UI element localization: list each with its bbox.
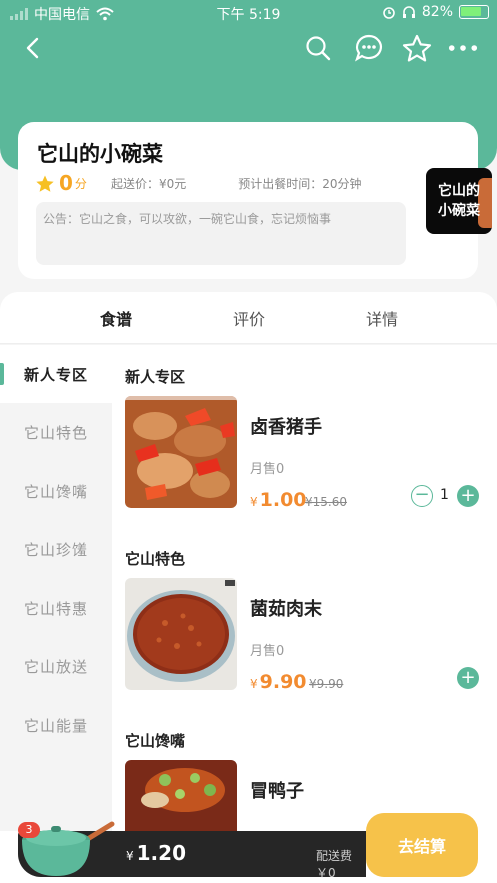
shop-rating: 0 bbox=[59, 171, 73, 195]
tab-recipes[interactable]: 食谱 bbox=[96, 306, 137, 330]
search-icon[interactable] bbox=[303, 33, 333, 63]
checkout-button[interactable]: 去结算 bbox=[366, 813, 478, 877]
category-sidebar: 新人专区 它山特色 它山馋嘴 它山珍馐 它山特惠 它山放送 它山能量 bbox=[0, 345, 112, 831]
sidebar-item-deals[interactable]: 它山特惠 bbox=[0, 579, 112, 637]
increase-quantity-button[interactable]: + bbox=[457, 485, 479, 507]
dish-quantity: 1 bbox=[440, 487, 449, 503]
dish-image-pork-trotter[interactable] bbox=[125, 396, 237, 508]
decrease-quantity-button[interactable]: − bbox=[411, 485, 433, 507]
rating-unit: 分 bbox=[74, 176, 87, 191]
section-title-specialty: 它山特色 bbox=[125, 550, 186, 568]
cart-count-badge: 3 bbox=[18, 822, 40, 838]
dish-image-duck[interactable] bbox=[125, 760, 237, 831]
tab-details[interactable]: 详情 bbox=[366, 306, 398, 330]
alarm-icon bbox=[383, 7, 395, 19]
min-delivery-price: 起送价：¥0元 bbox=[110, 176, 187, 191]
add-to-cart-button[interactable]: + bbox=[457, 667, 479, 689]
delivery-fee: 配送费￥0 bbox=[316, 849, 353, 880]
star-favorite-icon[interactable] bbox=[402, 33, 432, 63]
chat-icon[interactable] bbox=[354, 33, 384, 63]
dish-monthly-sales: 月售0 bbox=[250, 462, 285, 477]
shop-name: 它山的小碗菜 bbox=[37, 142, 163, 166]
battery-icon bbox=[459, 5, 489, 19]
sidebar-item-delicacies[interactable]: 它山珍馐 bbox=[0, 520, 112, 578]
battery-percent: 82% bbox=[421, 4, 453, 20]
sidebar-item-snacks[interactable]: 它山馋嘴 bbox=[0, 462, 112, 520]
headphones-icon bbox=[402, 6, 415, 18]
dish-original-price: ¥9.90 bbox=[309, 677, 344, 691]
sidebar-item-energy[interactable]: 它山能量 bbox=[0, 696, 112, 754]
logo-text-line-1: 它山的 bbox=[438, 183, 480, 199]
rating-star-icon bbox=[36, 175, 54, 192]
dish-image-mushroom-mince[interactable] bbox=[125, 578, 237, 690]
menu-list: 新人专区 卤香猪手 月售0 ¥1.00 ¥15.60 − 1 + 它山特色 菌茹… bbox=[112, 345, 497, 831]
shop-notice: 公告：它山之食，可以攻欲，一碗它山食，忘记烦恼事 bbox=[36, 202, 406, 265]
shop-info-card: 它山的小碗菜 0 分 起送价：¥0元 预计出餐时间：20分钟 公告：它山之食，可… bbox=[18, 122, 478, 279]
logo-food-edge bbox=[478, 178, 492, 228]
dish-price: ¥9.90 bbox=[250, 671, 307, 693]
status-bar: 中国电信 下午 5:19 82% bbox=[0, 0, 497, 26]
section-title-newcomer: 新人专区 bbox=[125, 368, 186, 386]
dish-name: 冒鸭子 bbox=[250, 781, 304, 802]
dish-original-price: ¥15.60 bbox=[305, 495, 347, 509]
tab-bar: 食谱 评价 详情 bbox=[0, 292, 497, 344]
prep-time: 预计出餐时间：20分钟 bbox=[238, 176, 362, 191]
back-icon[interactable] bbox=[18, 33, 48, 63]
dish-price: ¥1.00 bbox=[250, 489, 307, 511]
more-icon[interactable] bbox=[448, 33, 478, 63]
shop-logo: 它山的 小碗菜 bbox=[426, 168, 492, 234]
tab-reviews[interactable]: 评价 bbox=[233, 306, 265, 330]
section-title-snacks: 它山馋嘴 bbox=[125, 732, 186, 750]
dish-monthly-sales: 月售0 bbox=[250, 644, 285, 659]
dish-name: 卤香猪手 bbox=[250, 417, 322, 438]
sidebar-item-newcomer[interactable]: 新人专区 bbox=[0, 345, 112, 403]
sidebar-item-specialty[interactable]: 它山特色 bbox=[0, 403, 112, 461]
cart-total: ¥1.20 bbox=[126, 841, 186, 865]
shop-meta: 0 分 起送价：¥0元 预计出餐时间：20分钟 bbox=[35, 171, 362, 195]
logo-text-line-2: 小碗菜 bbox=[438, 203, 480, 219]
dish-name: 菌茹肉末 bbox=[250, 599, 322, 620]
sidebar-item-giveaway[interactable]: 它山放送 bbox=[0, 637, 112, 695]
